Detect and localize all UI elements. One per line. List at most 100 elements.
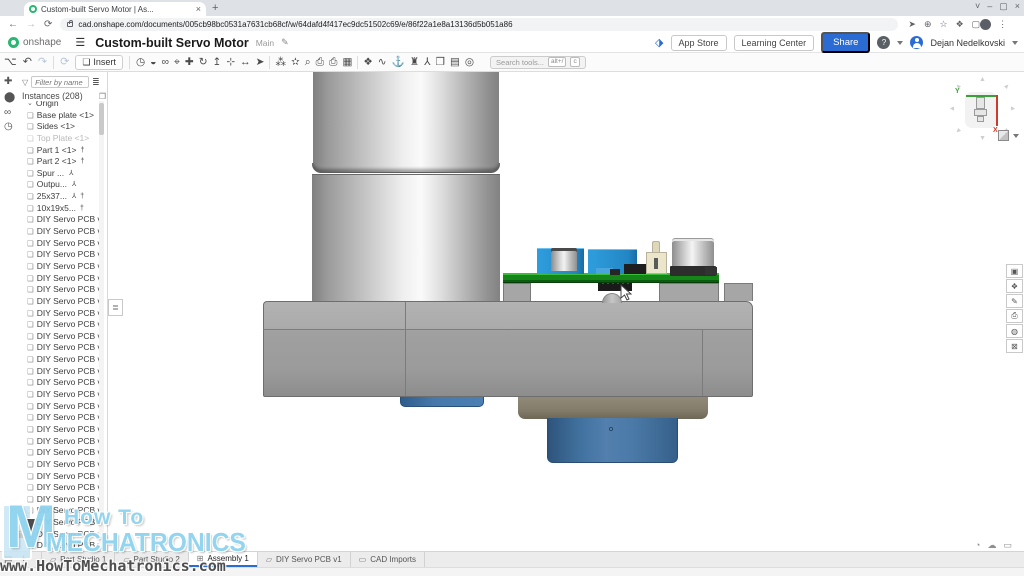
list-options-icon[interactable]: ≣ [92, 77, 100, 88]
list-item[interactable]: ❏Outpu...⅄ [18, 179, 101, 191]
list-item[interactable]: ❏DIY Servo PCB v1 <... [18, 436, 101, 448]
model-connector[interactable] [624, 264, 648, 274]
list-item[interactable]: ❏DIY Servo PCB v1 <... [18, 308, 101, 320]
list-item[interactable]: ❏Part 2 <1>† [18, 156, 101, 168]
list-item[interactable]: ❏DIY Servo PCB v1 <... [18, 238, 101, 250]
share-button[interactable]: Share [821, 32, 870, 53]
split-icon[interactable]: ⅄ [424, 57, 430, 68]
doc-tab-part-studio-2[interactable]: ▱Part Studio 2 [114, 552, 187, 567]
list-item[interactable]: ❏DIY Servo PCB v1 <... [18, 214, 101, 226]
reload-icon[interactable]: ⟳ [44, 19, 52, 30]
list-item[interactable]: ❏Top Plate <1> [18, 133, 101, 145]
list-item[interactable]: ❏Part 1 <1>† [18, 145, 101, 157]
manage-tabs-icon[interactable]: ▤ [4, 554, 13, 567]
snapshot-icon[interactable]: ⎙ [316, 57, 324, 68]
install-icon[interactable]: ⊕ [924, 19, 932, 30]
panel-collapse-handle[interactable]: ≣ [108, 299, 123, 316]
anchor-icon[interactable]: ⚓ [392, 57, 405, 68]
list-item[interactable]: ❏DIY Servo PCB v1 <... [18, 377, 101, 389]
zoom-part-icon[interactable]: ⌕ [305, 57, 311, 68]
list-item[interactable]: ❏DIY Servo PCB v1 <... [18, 540, 101, 551]
rotate-icon[interactable]: ↻ [199, 57, 208, 68]
list-item[interactable]: ❏10x19x5...† [18, 203, 101, 215]
list-item[interactable]: ❏DIY Servo PCB v1 <... [18, 331, 101, 343]
bom-icon[interactable]: ▦ [342, 57, 352, 68]
drawing-icon[interactable]: ⎙ [329, 57, 337, 68]
list-item[interactable]: ❏DIY Servo PCB v1 <... [18, 529, 101, 541]
rename-icon[interactable]: ✎ [281, 37, 289, 48]
measure-icon[interactable]: ◎ [465, 57, 474, 68]
model-trimmer-knob[interactable] [652, 241, 660, 253]
rotate-left-icon[interactable]: ▲ [949, 105, 956, 112]
list-item[interactable]: ❏DIY Servo PCB v1 <... [18, 354, 101, 366]
list-item[interactable]: ⌄Origin [18, 101, 101, 110]
web-panel-icon[interactable]: ◍ [1006, 324, 1023, 338]
assembly-tree-icon[interactable]: ⌥ [4, 57, 17, 68]
address-bar[interactable]: cad.onshape.com/documents/005cb98bc0531a… [60, 18, 898, 31]
panel-scrollbar-thumb[interactable] [99, 103, 104, 135]
list-item[interactable]: ❏DIY Servo PCB v1 <... [18, 284, 101, 296]
view-options-caret-icon[interactable] [1013, 134, 1019, 138]
doc-tab-assembly-1[interactable]: ⊞Assembly 1 [188, 552, 257, 567]
bom-panel-icon[interactable]: ▣ [1006, 264, 1023, 278]
model-output-hub[interactable] [547, 418, 678, 463]
mate-icon[interactable]: ◷ [136, 57, 145, 68]
search-tools-box[interactable]: Search tools... alt+/ c [490, 56, 586, 69]
list-item[interactable]: ❏DIY Servo PCB v1 <... [18, 471, 101, 483]
list-item[interactable]: ❏DIY Servo PCB v1 <... [18, 494, 101, 506]
model-adapter-ring[interactable] [518, 397, 708, 419]
list-item[interactable]: ❏DIY Servo PCB v1 <... [18, 249, 101, 261]
insert-part-icon[interactable]: ✚ [185, 57, 194, 68]
document-menu-icon[interactable]: ☰ [75, 36, 85, 49]
model-standoff[interactable] [503, 283, 531, 301]
view-cube-icon[interactable] [998, 130, 1009, 141]
translate-icon[interactable]: ↔ [240, 57, 251, 68]
redo-icon[interactable]: ↷ [38, 57, 47, 68]
instances-panel-icon[interactable]: ❐ [99, 92, 106, 101]
onshape-logo[interactable]: onshape [8, 37, 61, 48]
list-item[interactable]: ❏DIY Servo PCB v1 <... [18, 319, 101, 331]
center-icon[interactable]: ⊹ [226, 57, 235, 68]
mate-connector-icon[interactable]: ⌖ [174, 57, 180, 68]
list-item[interactable]: ❏DIY Servo PCB v1 <... [18, 389, 101, 401]
maximize-icon[interactable]: ▢ [999, 1, 1008, 12]
browser-menu-icon[interactable]: ⋮ [998, 19, 1007, 30]
collapse-caret-icon[interactable]: ⌄ [27, 101, 33, 110]
new-tab-button[interactable]: + [212, 2, 218, 14]
add-tab-icon[interactable]: + [21, 553, 27, 567]
model-motor-upper[interactable] [313, 72, 499, 163]
browser-avatar[interactable] [980, 19, 991, 30]
explode-icon[interactable]: ⁂ [275, 57, 286, 68]
versions-panel-icon[interactable]: ❖ [1006, 279, 1023, 293]
export-panel-icon[interactable]: ⊠ [1006, 339, 1023, 353]
performance-icon[interactable]: ◔ [975, 540, 980, 551]
model-capacitor-large[interactable] [672, 238, 714, 268]
list-item[interactable]: ❏DIY Servo PCB v1 <... [18, 401, 101, 413]
rotate-ne-icon[interactable]: ▲ [1002, 82, 1012, 92]
list-item[interactable]: ❏Spur ...⅄ [18, 168, 101, 180]
cloud-status-icon[interactable]: ☁ [987, 540, 996, 551]
list-item[interactable]: ❏Sides <1> [18, 121, 101, 133]
table-icon[interactable]: ▤ [450, 57, 460, 68]
list-item[interactable]: ❏DIY Servo PCB v1 <... [18, 296, 101, 308]
list-item[interactable]: ❏DIY Servo PCB v1 <... [18, 412, 101, 424]
close-icon[interactable]: × [1015, 1, 1020, 12]
undo-icon[interactable]: ↶ [23, 57, 32, 68]
list-item[interactable]: ❏Base plate <1> [18, 110, 101, 122]
list-item[interactable]: ❏DIY Servo PCB v1 <... [18, 424, 101, 436]
extensions-icon[interactable]: ❖ [956, 19, 964, 30]
filter-icon[interactable]: ▽ [22, 78, 28, 87]
model-standoff[interactable] [724, 283, 753, 301]
rotate-up-icon[interactable]: ▲ [979, 76, 986, 83]
sync-icon[interactable]: ⟳ [60, 57, 69, 68]
browser-tab[interactable]: Custom-built Servo Motor | As... × [24, 2, 206, 16]
doc-tab-part-studio-1[interactable]: ▱Part Studio 1 [41, 552, 114, 567]
model-capacitor-small[interactable] [551, 248, 577, 271]
spline-icon[interactable]: ∿ [378, 57, 387, 68]
model-connector[interactable] [705, 267, 717, 275]
tab-close-icon[interactable]: × [196, 4, 201, 14]
learning-center-button[interactable]: Learning Center [734, 35, 815, 51]
list-item[interactable]: ❏DIY Servo PCB v1 <... [18, 505, 101, 517]
lift-icon[interactable]: ↥ [213, 57, 222, 68]
named-view-icon[interactable]: ✫ [291, 57, 300, 68]
